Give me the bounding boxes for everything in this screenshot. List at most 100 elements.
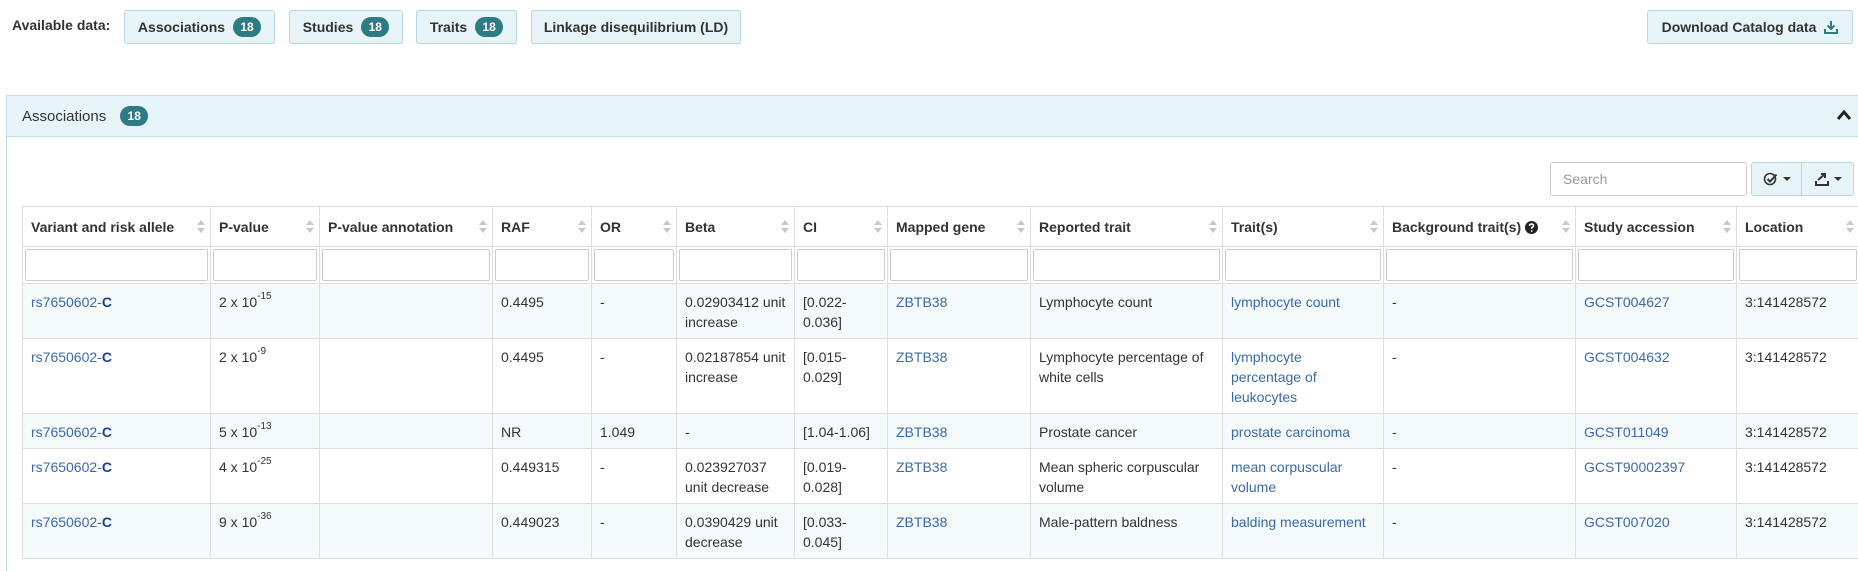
trait-link[interactable]: mean corpuscular volume	[1231, 459, 1342, 495]
filter-cell	[210, 246, 320, 284]
column-header-label: P-value annotation	[328, 218, 454, 235]
column-filter-input[interactable]	[322, 249, 490, 281]
associations-button[interactable]: Associations 18	[124, 10, 275, 44]
sort-icon	[306, 220, 314, 233]
table-row: rs7650602-C 5 x 10-13 NR 1.049 - [1.04-1…	[22, 413, 1858, 449]
table-row: rs7650602-C 2 x 10-15 0.4495 - 0.0290341…	[22, 283, 1858, 339]
p-value-mantissa: 4 x 10	[219, 459, 258, 475]
variant-cell: rs7650602-C	[22, 448, 211, 504]
sort-icon	[1017, 220, 1025, 233]
chevron-down-icon	[1833, 177, 1842, 181]
study-link[interactable]: GCST004627	[1584, 294, 1670, 310]
column-header-label: Reported trait	[1039, 218, 1131, 235]
reported-trait-cell: Lymphocyte count	[1030, 283, 1223, 339]
question-circle-icon[interactable]	[1525, 220, 1539, 234]
column-header[interactable]: Mapped gene	[887, 206, 1031, 247]
beta-cell: 0.02903412 unit increase	[676, 283, 795, 339]
column-header-label: Location	[1745, 218, 1804, 235]
study-link[interactable]: GCST90002397	[1584, 459, 1685, 475]
study-link[interactable]: GCST011049	[1584, 424, 1669, 440]
traits-cell: lymphocyte percentage of leukocytes	[1222, 338, 1384, 414]
column-filter-input[interactable]	[25, 249, 208, 281]
variant-link[interactable]: rs7650602-C	[31, 459, 112, 475]
column-filter-input[interactable]	[1225, 249, 1381, 281]
study-accession-cell: GCST004632	[1575, 338, 1737, 414]
filter-cell	[492, 246, 592, 284]
export-button[interactable]	[1802, 162, 1854, 196]
column-filter-input[interactable]	[1033, 249, 1220, 281]
column-filter-input[interactable]	[679, 249, 792, 281]
or-cell: -	[591, 448, 677, 504]
variant-link[interactable]: rs7650602-C	[31, 514, 112, 530]
column-header[interactable]: Trait(s)	[1222, 206, 1384, 247]
column-header[interactable]: Background trait(s)	[1383, 206, 1576, 247]
trait-link[interactable]: lymphocyte count	[1231, 294, 1340, 310]
table-search-input[interactable]	[1550, 162, 1747, 196]
available-data-label: Available data:	[12, 17, 111, 33]
panel-heading: Associations 18	[7, 96, 1858, 137]
column-header[interactable]: Variant and risk allele	[22, 206, 211, 247]
gene-link[interactable]: ZBTB38	[896, 349, 947, 365]
column-header-label: Beta	[685, 218, 716, 235]
reported-trait-cell: Lymphocyte percentage of white cells	[1030, 338, 1223, 414]
variant-link[interactable]: rs7650602-C	[31, 349, 112, 365]
associations-panel: Associations 18 Variant and risk allele …	[6, 95, 1858, 571]
beta-cell: 0.0390429 unit decrease	[676, 503, 795, 559]
column-filter-input[interactable]	[797, 249, 885, 281]
sort-icon	[1209, 220, 1217, 233]
column-filter-input[interactable]	[1386, 249, 1573, 281]
column-header[interactable]: RAF	[492, 206, 592, 247]
mapped-gene-cell: ZBTB38	[887, 283, 1031, 339]
column-header[interactable]: P-value annotation	[319, 206, 493, 247]
ci-cell: [0.033-0.045]	[794, 503, 888, 559]
study-link[interactable]: GCST007020	[1584, 514, 1670, 530]
study-accession-cell: GCST007020	[1575, 503, 1737, 559]
reported-trait-cell: Male-pattern baldness	[1030, 503, 1223, 559]
or-cell: 1.049	[591, 413, 677, 449]
column-filter-input[interactable]	[213, 249, 317, 281]
column-filter-input[interactable]	[1578, 249, 1734, 281]
chevron-up-icon[interactable]	[1836, 108, 1852, 125]
gene-link[interactable]: ZBTB38	[896, 294, 947, 310]
p-value-exponent: -9	[257, 346, 267, 358]
ci-cell: [0.022-0.036]	[794, 283, 888, 339]
column-filter-input[interactable]	[594, 249, 674, 281]
column-header[interactable]: Reported trait	[1030, 206, 1223, 247]
trait-link[interactable]: prostate carcinoma	[1231, 424, 1350, 440]
trait-link[interactable]: balding measurement	[1231, 514, 1366, 530]
column-select-button[interactable]	[1751, 162, 1802, 196]
beta-cell: -	[676, 413, 795, 449]
risk-allele: C	[101, 514, 112, 530]
download-catalog-button[interactable]: Download Catalog data	[1647, 10, 1853, 44]
variant-cell: rs7650602-C	[22, 503, 211, 559]
traits-cell: balding measurement	[1222, 503, 1384, 559]
column-header[interactable]: Beta	[676, 206, 795, 247]
column-filter-input[interactable]	[1739, 249, 1857, 281]
column-filter-input[interactable]	[890, 249, 1028, 281]
study-link[interactable]: GCST004632	[1584, 349, 1670, 365]
column-header[interactable]: Location	[1736, 206, 1858, 247]
variant-link[interactable]: rs7650602-C	[31, 424, 112, 440]
column-header-label: OR	[600, 218, 621, 235]
or-cell: -	[591, 338, 677, 414]
filter-cell	[22, 246, 211, 284]
p-value-cell: 5 x 10-13	[210, 413, 320, 449]
traits-button[interactable]: Traits 18	[416, 10, 517, 44]
filter-cell	[319, 246, 493, 284]
column-header[interactable]: CI	[794, 206, 888, 247]
gene-link[interactable]: ZBTB38	[896, 514, 947, 530]
column-filter-input[interactable]	[495, 249, 589, 281]
column-header[interactable]: P-value	[210, 206, 320, 247]
ld-button[interactable]: Linkage disequilibrium (LD)	[531, 10, 741, 44]
gene-link[interactable]: ZBTB38	[896, 424, 947, 440]
trait-link[interactable]: lymphocyte percentage of leukocytes	[1231, 349, 1317, 405]
beta-cell: 0.023927037 unit decrease	[676, 448, 795, 504]
studies-button[interactable]: Studies 18	[289, 10, 403, 44]
column-header[interactable]: Study accession	[1575, 206, 1737, 247]
mapped-gene-cell: ZBTB38	[887, 338, 1031, 414]
background-trait-cell: -	[1383, 448, 1576, 504]
gene-link[interactable]: ZBTB38	[896, 459, 947, 475]
reported-trait-cell: Mean spheric corpuscular volume	[1030, 448, 1223, 504]
column-header[interactable]: OR	[591, 206, 677, 247]
variant-link[interactable]: rs7650602-C	[31, 294, 112, 310]
